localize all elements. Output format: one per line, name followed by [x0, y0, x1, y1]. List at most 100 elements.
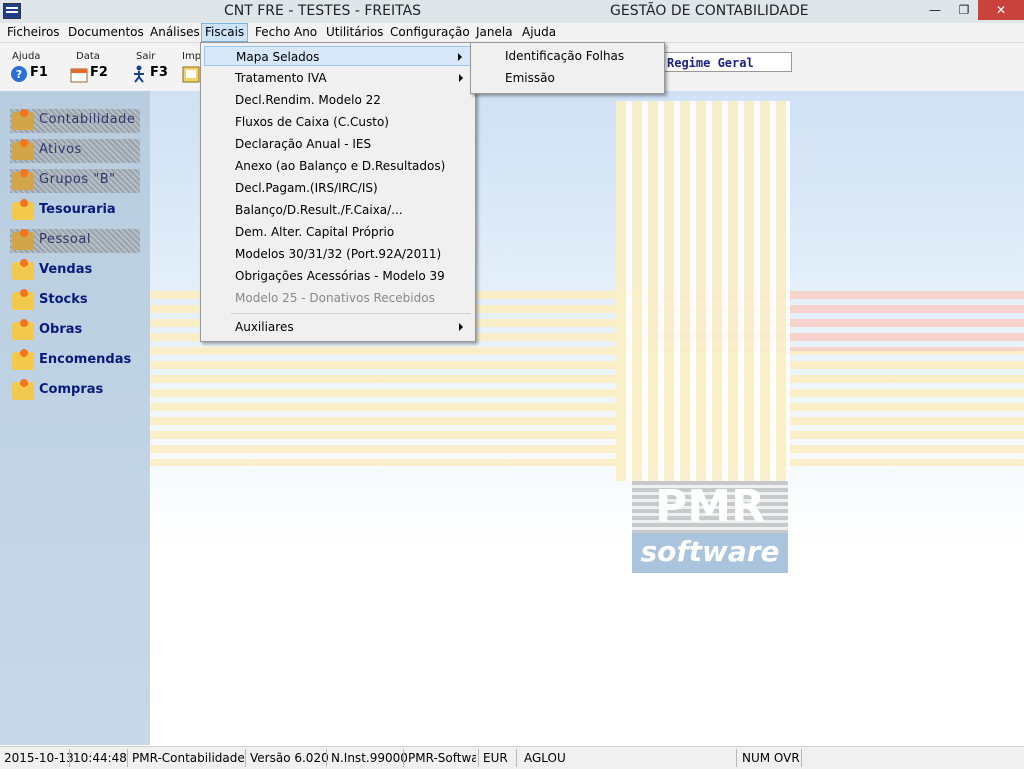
logo-software-text: software — [632, 533, 788, 573]
menu-item-mapa-selados[interactable]: Mapa Selados — [204, 46, 471, 66]
sidebar-item-label: Pessoal — [39, 232, 91, 247]
close-button[interactable]: ✕ — [978, 0, 1024, 20]
pmr-logo: PMR software — [632, 481, 788, 573]
menu-item-tratamento-iva[interactable]: Tratamento IVA — [204, 68, 471, 88]
toolbar-label: Sair — [136, 51, 156, 62]
menu-item-anexo[interactable]: Anexo (ao Balanço e D.Resultados) — [204, 156, 471, 176]
menu-item-identificacao-folhas[interactable]: Identificação Folhas — [474, 45, 660, 67]
menu-item-label: Emissão — [505, 71, 555, 85]
menu-item-modelo-39[interactable]: Obrigações Acessórias - Modelo 39 — [204, 266, 471, 286]
folder-icon — [12, 109, 34, 130]
folder-icon — [12, 319, 34, 340]
menu-item-label: Mapa Selados — [236, 50, 320, 64]
menu-ajuda[interactable]: Ajuda — [519, 25, 559, 39]
menu-item-decl-pagam[interactable]: Decl.Pagam.(IRS/IRC/IS) — [204, 178, 471, 198]
menu-ficheiros[interactable]: Ficheiros — [4, 25, 63, 39]
toolbar-help-button[interactable]: Ajuda ? F1 — [10, 51, 60, 91]
sidebar-item-grupos-b[interactable]: Grupos "B" — [10, 169, 140, 193]
help-icon: ? — [10, 65, 28, 83]
sidebar-item-stocks[interactable]: Stocks — [10, 289, 140, 313]
menu-bar: Ficheiros Documentos Análises Fiscais Fe… — [0, 23, 1024, 43]
menu-separator — [231, 313, 471, 314]
folder-icon — [12, 259, 34, 280]
sidebar-item-compras[interactable]: Compras — [10, 379, 140, 403]
status-divider — [245, 749, 246, 767]
status-divider — [69, 749, 70, 767]
status-divider — [736, 749, 737, 767]
menu-analises[interactable]: Análises — [147, 25, 203, 39]
menu-fecho-ano[interactable]: Fecho Ano — [252, 25, 320, 39]
sidebar-item-ativos[interactable]: Ativos — [10, 139, 140, 163]
menu-item-label: Obrigações Acessórias - Modelo 39 — [235, 269, 445, 283]
menu-item-label: Declaração Anual - IES — [235, 137, 372, 151]
menu-item-modelos-30-31-32[interactable]: Modelos 30/31/32 (Port.92A/2011) — [204, 244, 471, 264]
status-time: 10:44:48 — [73, 751, 127, 765]
menu-item-balanco[interactable]: Balanço/D.Result./F.Caixa/... — [204, 200, 471, 220]
menu-item-auxiliares[interactable]: Auxiliares — [204, 317, 471, 337]
calendar-icon — [70, 65, 88, 83]
toolbar-exit-button[interactable]: Sair F3 — [130, 51, 180, 91]
restore-button[interactable]: ❐ — [950, 0, 978, 20]
menu-item-label: Balanço/D.Result./F.Caixa/... — [235, 203, 403, 217]
toolbar-print-button[interactable]: Imp — [182, 51, 202, 91]
sidebar-item-label: Tesouraria — [39, 202, 116, 217]
sidebar-item-tesouraria[interactable]: Tesouraria — [10, 199, 140, 223]
toolbar-key: F1 — [30, 65, 48, 80]
minimize-button[interactable]: — — [920, 0, 950, 20]
menu-item-label: Anexo (ao Balanço e D.Resultados) — [235, 159, 446, 173]
title-bar: CNT FRE - TESTES - FREITAS GESTÃO DE CON… — [0, 0, 1024, 23]
menu-item-modelo-22[interactable]: Decl.Rendim. Modelo 22 — [204, 90, 471, 110]
menu-janela[interactable]: Janela — [473, 25, 516, 39]
submenu-arrow-icon — [459, 74, 463, 82]
menu-item-label: Decl.Rendim. Modelo 22 — [235, 93, 381, 107]
status-bar: 2015-10-13 10:44:48 PMR-Contabilidade Ve… — [0, 746, 1024, 769]
toolbar-label: Imp — [182, 51, 202, 62]
toolbar-date-button[interactable]: Data F2 — [70, 51, 120, 91]
window-title: CNT FRE - TESTES - FREITAS — [224, 3, 422, 19]
menu-documentos[interactable]: Documentos — [65, 25, 147, 39]
fiscais-dropdown-menu: Mapa Selados Tratamento IVA Decl.Rendim.… — [200, 42, 476, 342]
menu-fiscais[interactable]: Fiscais — [201, 23, 249, 42]
status-date: 2015-10-13 — [4, 751, 74, 765]
sidebar-item-label: Grupos "B" — [39, 172, 116, 187]
sidebar-item-vendas[interactable]: Vendas — [10, 259, 140, 283]
menu-item-label: Modelos 30/31/32 (Port.92A/2011) — [235, 247, 442, 261]
submenu-arrow-icon — [459, 323, 463, 331]
menu-item-modelo-25: Modelo 25 - Donativos Recebidos — [204, 288, 471, 308]
sidebar-item-label: Vendas — [39, 262, 93, 277]
status-divider — [326, 749, 327, 767]
sidebar-item-label: Compras — [39, 382, 104, 397]
status-keys: NUM OVR — [742, 751, 800, 765]
menu-item-label: Modelo 25 - Donativos Recebidos — [235, 291, 435, 305]
status-divider — [801, 749, 802, 767]
sidebar-item-pessoal[interactable]: Pessoal — [10, 229, 140, 253]
sidebar-item-obras[interactable]: Obras — [10, 319, 140, 343]
folder-icon — [12, 379, 34, 400]
sidebar-item-encomendas[interactable]: Encomendas — [10, 349, 140, 373]
sidebar-item-contabilidade[interactable]: Contabilidade — [10, 109, 140, 133]
menu-item-capital-proprio[interactable]: Dem. Alter. Capital Próprio — [204, 222, 471, 242]
folder-icon — [12, 139, 34, 160]
menu-item-label: Identificação Folhas — [505, 49, 625, 63]
toolbar-label: Ajuda — [12, 51, 41, 62]
menu-item-label: Tratamento IVA — [235, 71, 327, 85]
status-divider — [516, 749, 517, 767]
menu-configuracao[interactable]: Configuração — [387, 25, 473, 39]
folder-icon — [12, 169, 34, 190]
menu-utilitarios[interactable]: Utilitários — [323, 25, 386, 39]
background-pillars — [616, 101, 790, 481]
menu-item-fluxos-caixa[interactable]: Fluxos de Caixa (C.Custo) — [204, 112, 471, 132]
menu-item-ies[interactable]: Declaração Anual - IES — [204, 134, 471, 154]
menu-item-label: Fluxos de Caixa (C.Custo) — [235, 115, 389, 129]
menu-item-emissao[interactable]: Emissão — [474, 67, 660, 89]
sidebar-item-label: Stocks — [39, 292, 88, 307]
sidebar-item-label: Contabilidade — [39, 112, 136, 127]
folder-icon — [12, 229, 34, 250]
app-icon[interactable] — [3, 3, 21, 19]
folder-icon — [12, 199, 34, 220]
toolbar-key: F2 — [90, 65, 108, 80]
folder-icon — [12, 349, 34, 370]
sidebar-item-label: Encomendas — [39, 352, 132, 367]
status-divider — [127, 749, 128, 767]
status-divider — [403, 749, 404, 767]
